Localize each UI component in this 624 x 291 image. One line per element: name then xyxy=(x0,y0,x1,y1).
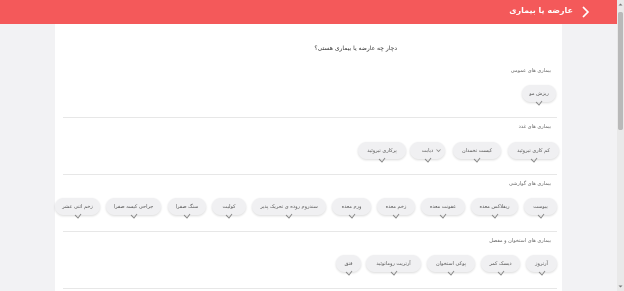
check-icon xyxy=(345,270,352,276)
condition-label: یبوست xyxy=(533,203,548,210)
content-card: دچار چه عارضه یا بیماری هستی؟ بیماری های… xyxy=(55,24,562,291)
check-icon xyxy=(390,270,397,276)
condition-label: آرتروز xyxy=(535,260,548,267)
condition-pill[interactable]: یبوست xyxy=(524,198,557,219)
condition-label: سنگ صفرا xyxy=(175,203,199,210)
condition-pill[interactable]: آرتریت روماتوئید xyxy=(366,255,421,276)
check-icon xyxy=(497,270,504,276)
condition-pill[interactable]: سنگ صفرا xyxy=(168,198,206,219)
condition-label: ریفلاکس معده xyxy=(479,203,510,210)
question-text: دچار چه عارضه یا بیماری هستی؟ xyxy=(314,45,397,52)
header-bar: عارضه یا بیماری xyxy=(0,0,617,24)
scrollbar-thumb[interactable] xyxy=(618,12,623,130)
check-icon xyxy=(74,213,81,219)
divider xyxy=(63,231,557,232)
page-title: عارضه یا بیماری xyxy=(509,6,573,15)
check-icon xyxy=(473,157,481,163)
scroll-up-icon[interactable] xyxy=(618,2,623,7)
condition-pill[interactable]: ورم معده xyxy=(332,198,371,219)
condition-pill[interactable]: جراحی کیسه صفرا xyxy=(106,198,161,219)
check-icon xyxy=(538,270,545,276)
condition-pill[interactable]: عفونت معده xyxy=(421,198,465,219)
condition-label: عفونت معده xyxy=(429,203,457,210)
condition-label: کم کاری تیروئید xyxy=(517,147,550,154)
check-icon xyxy=(439,213,447,219)
section-title-bones-joints: بیماری های استخوان و مفصل xyxy=(489,238,551,244)
condition-label: فتق xyxy=(344,260,353,267)
check-icon xyxy=(424,157,431,163)
condition-label: دیسک کمر xyxy=(489,260,512,267)
condition-label: دیابت xyxy=(421,147,434,154)
scroll-down-icon[interactable] xyxy=(618,284,623,289)
chevron-down-icon xyxy=(436,149,441,153)
condition-label: آرتریت روماتوئید xyxy=(376,260,411,267)
condition-label: پوکی استخوان xyxy=(435,260,467,267)
check-icon xyxy=(491,213,498,219)
condition-pill[interactable]: دیابت xyxy=(410,142,445,163)
condition-label: جراحی کیسه صفرا xyxy=(113,203,154,210)
condition-label: زخم اثنی عشر xyxy=(62,203,93,210)
condition-pill[interactable]: سندروم روده ی تحریک پذیر xyxy=(252,198,326,219)
condition-pill[interactable]: زخم معده xyxy=(377,198,415,219)
condition-pill[interactable]: ریفلاکس معده xyxy=(471,198,518,219)
divider xyxy=(63,174,557,175)
condition-label: ریزش مو xyxy=(529,90,549,97)
condition-label: پرکاری تیروئید xyxy=(367,147,397,154)
condition-pill[interactable]: پرکاری تیروئید xyxy=(358,142,406,163)
condition-label: کیست تخمدان xyxy=(461,147,493,154)
check-icon xyxy=(535,100,543,106)
section-title-endocrine: بیماری های غدد xyxy=(518,124,551,130)
section-title-general: بیماری های عمومی xyxy=(510,68,551,74)
condition-pill[interactable]: آرتروز xyxy=(526,255,557,276)
check-icon xyxy=(530,157,537,163)
condition-pill[interactable]: کولیت xyxy=(212,198,246,219)
section-title-digestive: بیماری های گوارشی xyxy=(508,181,551,187)
condition-pill[interactable]: کم کاری تیروئید xyxy=(508,142,559,163)
divider xyxy=(63,288,557,289)
condition-label: زخم معده xyxy=(385,203,407,210)
condition-pill[interactable]: زخم اثنی عشر xyxy=(55,198,100,219)
check-icon xyxy=(378,157,386,163)
condition-pill[interactable]: کیست تخمدان xyxy=(453,142,501,163)
check-icon xyxy=(392,213,400,219)
check-icon xyxy=(130,213,137,219)
divider xyxy=(63,117,557,118)
condition-pill[interactable]: ریزش مو xyxy=(522,85,556,106)
check-icon xyxy=(285,213,293,219)
scrollbar[interactable] xyxy=(617,0,624,291)
back-chevron-icon[interactable] xyxy=(579,4,593,20)
condition-label: کولیت xyxy=(222,203,236,210)
condition-label: سندروم روده ی تحریک پذیر xyxy=(260,203,318,210)
check-icon xyxy=(447,270,455,276)
check-icon xyxy=(183,213,191,219)
condition-pill[interactable]: فتق xyxy=(336,255,361,276)
condition-label: ورم معده xyxy=(341,203,362,210)
check-icon xyxy=(225,213,233,219)
condition-pill[interactable]: دیسک کمر xyxy=(481,255,520,276)
condition-pill[interactable]: پوکی استخوان xyxy=(427,255,475,276)
check-icon xyxy=(537,213,544,219)
check-icon xyxy=(348,213,355,219)
